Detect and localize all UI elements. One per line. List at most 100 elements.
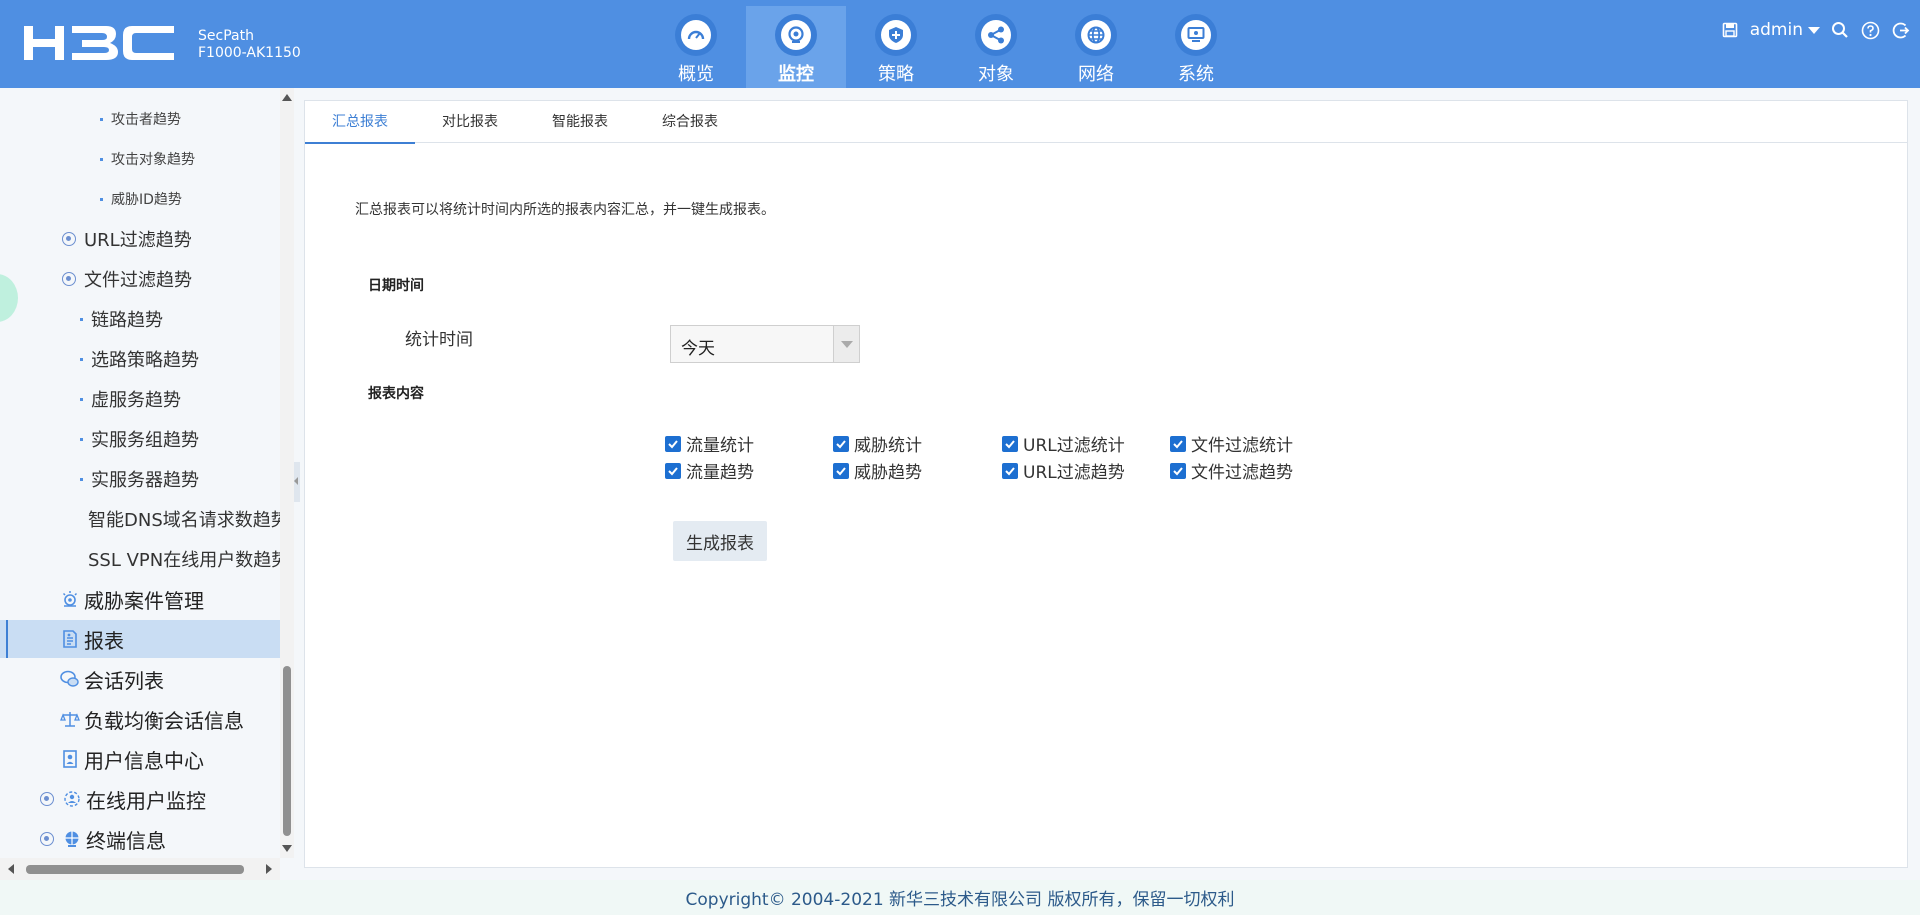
bullet-dot (80, 317, 83, 321)
check-icon (1170, 462, 1186, 479)
bullet-dot (80, 357, 83, 361)
sidebar-item-dns-request-trend[interactable]: 智能DNS域名请求数趋势 (0, 500, 280, 538)
top-header: SecPath F1000-AK1150 概览 监控 策略 对象 网络 系统 a… (0, 0, 1920, 88)
nav-network[interactable]: 网络 (1046, 6, 1146, 88)
generate-report-button[interactable]: 生成报表 (673, 521, 767, 561)
sidebar-item-route-policy-trend[interactable]: 选路策略趋势 (0, 340, 280, 378)
checkbox-traffic-stats[interactable]: 流量统计 (665, 431, 754, 456)
scroll-up-arrow-icon[interactable] (282, 94, 292, 101)
report-description: 汇总报表可以将统计时间内所选的报表内容汇总，并一键生成报表。 (355, 202, 775, 218)
checkbox-url-filter-trend[interactable]: URL过滤趋势 (1002, 458, 1125, 483)
sidebar-vertical-scrollbar[interactable] (280, 88, 294, 858)
sidebar-item-session-list[interactable]: 会话列表 (0, 660, 280, 698)
sidebar-item-lb-session[interactable]: 负载均衡会话信息 (0, 700, 280, 738)
terminal-globe-icon (62, 829, 82, 849)
nav-system[interactable]: 系统 (1146, 6, 1246, 88)
sidebar-item-attacker-trend[interactable]: 攻击者趋势 (0, 100, 280, 138)
product-name: SecPath F1000-AK1150 (198, 28, 301, 61)
tab-summary-report[interactable]: 汇总报表 (305, 101, 415, 144)
dropdown-arrow-icon (833, 326, 859, 362)
user-monitor-icon (62, 789, 82, 809)
expand-circle-icon (62, 272, 76, 286)
nav-object[interactable]: 对象 (946, 6, 1046, 88)
scroll-down-arrow-icon[interactable] (282, 845, 292, 852)
sidebar-item-threat-case[interactable]: 威胁案件管理 (0, 580, 280, 618)
checkbox-url-filter-stats[interactable]: URL过滤统计 (1002, 431, 1125, 456)
save-icon[interactable] (1720, 20, 1740, 40)
nav-policy[interactable]: 策略 (846, 6, 946, 88)
sidebar-item-real-server-trend[interactable]: 实服务器趋势 (0, 460, 280, 498)
main-nav: 概览 监控 策略 对象 网络 系统 (646, 6, 1246, 88)
expand-circle-icon (40, 832, 54, 846)
balance-scale-icon (60, 709, 80, 729)
stat-time-select[interactable]: 今天 (670, 325, 860, 363)
checkbox-file-filter-stats[interactable]: 文件过滤统计 (1170, 431, 1293, 456)
search-icon[interactable] (1830, 20, 1850, 40)
bullet-dot (80, 437, 83, 441)
scroll-thumb[interactable] (283, 666, 291, 836)
nav-overview[interactable]: 概览 (646, 6, 746, 88)
h3c-logo (24, 26, 174, 60)
bullet-dot (100, 197, 103, 201)
shield-icon (881, 20, 911, 50)
user-menu[interactable]: admin (1750, 20, 1820, 40)
sidebar-item-online-user-monitor[interactable]: 在线用户监控 (0, 780, 280, 818)
sidebar-item-report[interactable]: 报表 (0, 620, 280, 658)
scroll-right-arrow-icon[interactable] (266, 864, 272, 874)
sidebar: 攻击者趋势 攻击对象趋势 威胁ID趋势 URL过滤趋势 文件过滤趋势 链路趋势 … (0, 88, 280, 880)
sidebar-item-user-info-center[interactable]: 用户信息中心 (0, 740, 280, 778)
bullet-dot (80, 397, 83, 401)
main-panel: 汇总报表 对比报表 智能报表 综合报表 汇总报表可以将统计时间内所选的报表内容汇… (304, 100, 1908, 868)
expand-circle-icon (40, 792, 54, 806)
scroll-thumb[interactable] (26, 865, 244, 874)
check-icon (1002, 435, 1018, 452)
sidebar-item-real-service-group-trend[interactable]: 实服务组趋势 (0, 420, 280, 458)
scroll-left-arrow-icon[interactable] (8, 864, 14, 874)
footer: Copyright© 2004-2021 新华三技术有限公司 版权所有，保留一切… (0, 880, 1920, 915)
check-icon (833, 435, 849, 452)
bullet-dot (80, 477, 83, 481)
nav-monitor[interactable]: 监控 (746, 6, 846, 88)
globe-icon (1081, 20, 1111, 50)
tab-compare-report[interactable]: 对比报表 (415, 101, 525, 143)
report-tabs: 汇总报表 对比报表 智能报表 综合报表 (305, 101, 1907, 144)
share-nodes-icon (981, 20, 1011, 50)
gauge-icon (681, 20, 711, 50)
check-icon (665, 462, 681, 479)
sidebar-item-url-filter-trend[interactable]: URL过滤趋势 (0, 220, 280, 258)
check-icon (833, 462, 849, 479)
checkbox-traffic-trend[interactable]: 流量趋势 (665, 458, 754, 483)
logout-icon[interactable] (1890, 20, 1910, 40)
sidebar-item-target-trend[interactable]: 攻击对象趋势 (0, 140, 280, 178)
system-screen-icon (1181, 20, 1211, 50)
checkbox-threat-trend[interactable]: 威胁趋势 (833, 458, 922, 483)
tab-comprehensive-report[interactable]: 综合报表 (635, 101, 745, 143)
alarm-icon (60, 589, 80, 609)
caret-down-icon (1808, 26, 1820, 34)
expand-circle-icon (62, 232, 76, 246)
tab-smart-report[interactable]: 智能报表 (525, 101, 635, 143)
header-toolbar: admin (1720, 18, 1920, 42)
help-icon[interactable] (1860, 20, 1880, 40)
section-title-date: 日期时间 (368, 278, 424, 294)
check-icon (1170, 435, 1186, 452)
sidebar-horizontal-scrollbar[interactable] (0, 858, 280, 880)
monitor-camera-icon (781, 20, 811, 50)
section-title-report-content: 报表内容 (368, 386, 424, 402)
bullet-dot (100, 157, 103, 161)
copyright-text: Copyright© 2004-2021 新华三技术有限公司 版权所有，保留一切… (685, 890, 1235, 910)
sidebar-item-threat-id-trend[interactable]: 威胁ID趋势 (0, 180, 280, 218)
check-icon (1002, 462, 1018, 479)
checkbox-threat-stats[interactable]: 威胁统计 (833, 431, 922, 456)
sidebar-collapse-handle[interactable] (294, 462, 300, 502)
sidebar-item-link-trend[interactable]: 链路趋势 (0, 300, 280, 338)
sidebar-item-virtual-service-trend[interactable]: 虚服务趋势 (0, 380, 280, 418)
chat-bubbles-icon (60, 669, 80, 689)
sidebar-item-terminal-info[interactable]: 终端信息 (0, 820, 280, 858)
user-card-icon (60, 749, 80, 769)
stat-time-label: 统计时间 (405, 330, 473, 350)
sidebar-item-file-filter-trend[interactable]: 文件过滤趋势 (0, 260, 280, 298)
check-icon (665, 435, 681, 452)
checkbox-file-filter-trend[interactable]: 文件过滤趋势 (1170, 458, 1293, 483)
sidebar-item-ssl-vpn-users-trend[interactable]: SSL VPN在线用户数趋势 (0, 540, 280, 578)
